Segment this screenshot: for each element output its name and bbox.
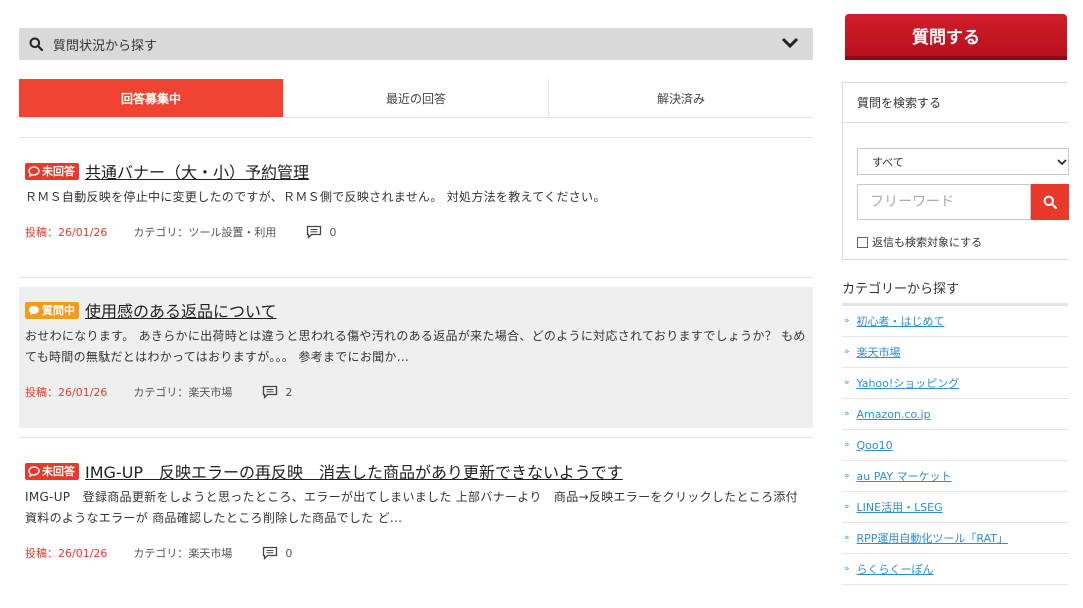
arrow-right-icon: »: [844, 564, 850, 574]
category-item: » Yahoo!ショッピング: [842, 368, 1068, 399]
status-filter-toggle[interactable]: 質問状況から探す: [19, 28, 813, 60]
question-search-panel: 質問を検索する すべて 返信も検索対象にする: [842, 82, 1069, 260]
include-replies-label: 返信も検索対象にする: [872, 236, 983, 249]
category-link[interactable]: Qoo10: [857, 439, 893, 452]
ask-question-button[interactable]: 質問する: [845, 14, 1067, 60]
category-item: » Qoo10: [842, 430, 1068, 461]
category-item: » RPP運用自動化ツール「RAT」: [842, 523, 1068, 554]
category-link[interactable]: au PAY マーケット: [857, 468, 952, 484]
search-submit-button[interactable]: [1031, 184, 1069, 220]
comment-count: 0: [262, 546, 292, 560]
comment-count: 2: [262, 385, 292, 399]
category-link[interactable]: Yahoo!ショッピング: [857, 375, 960, 391]
speech-bubble-icon: [29, 305, 39, 315]
arrow-right-icon: »: [844, 378, 850, 388]
category-link[interactable]: RPP運用自動化ツール「RAT」: [857, 530, 1009, 546]
post-item: 質問中 使用感のある返品について おせわになります。 あきらかに出荷時とは違うと…: [19, 287, 813, 428]
arrow-right-icon: »: [844, 316, 850, 326]
search-icon: [29, 35, 47, 53]
post-title-link[interactable]: IMG-UP 反映エラーの再反映 消去した商品があり更新できないようです: [85, 459, 623, 483]
divider: [19, 277, 813, 278]
tab-recent-answers[interactable]: 最近の回答: [284, 79, 549, 117]
chevron-down-icon[interactable]: [781, 36, 799, 52]
post-date: 投稿：26/01/26: [25, 547, 108, 560]
post-category: カテゴリ：楽天市場: [133, 386, 233, 399]
category-item: » らくらくーぽん: [842, 554, 1068, 585]
post-category: カテゴリ：ツール設置・利用: [133, 226, 277, 239]
category-item: » 初心者・はじめて: [842, 306, 1068, 337]
category-item: » LINE活用・LSEG: [842, 492, 1068, 523]
post-category: カテゴリ：楽天市場: [133, 547, 233, 560]
post-meta: 投稿：26/01/26 カテゴリ：楽天市場 2: [25, 384, 807, 400]
arrow-right-icon: »: [844, 409, 850, 419]
status-filter-label: 質問状況から探す: [53, 38, 158, 54]
categories-heading: カテゴリーから探す: [842, 278, 1068, 306]
question-tabs: 回答募集中 最近の回答 解決済み: [19, 79, 813, 118]
category-link[interactable]: らくらくーぽん: [857, 561, 934, 577]
status-badge: 質問中: [25, 301, 79, 319]
post-date: 投稿：26/01/26: [25, 386, 108, 399]
arrow-right-icon: »: [844, 471, 850, 481]
tab-open[interactable]: 回答募集中: [19, 79, 284, 117]
category-link[interactable]: LINE活用・LSEG: [857, 499, 943, 515]
arrow-right-icon: »: [844, 347, 850, 357]
category-list: » 初心者・はじめて » 楽天市場 » Yahoo!ショッピング » Amazon.co…: [842, 306, 1068, 585]
arrow-right-icon: »: [844, 440, 850, 450]
include-replies-checkbox[interactable]: [857, 236, 868, 248]
post-title-link[interactable]: 使用感のある返品について: [85, 298, 277, 322]
status-badge: 未回答: [25, 162, 79, 180]
post-item: 未回答 共通バナー（大・小）予約管理 ＲＭＳ自動反映を停止中に変更したのですが、…: [19, 159, 813, 259]
post-excerpt: ＲＭＳ自動反映を停止中に変更したのですが、ＲＭＳ側で反映されません。 対処方法を…: [25, 190, 606, 204]
category-link[interactable]: 初心者・はじめて: [857, 313, 945, 329]
speech-bubble-icon: [28, 165, 40, 177]
post-date: 投稿：26/01/26: [25, 226, 108, 239]
keyword-input[interactable]: [857, 184, 1031, 220]
status-badge: 未回答: [25, 462, 79, 480]
chevron-down-icon: [1057, 159, 1067, 166]
arrow-right-icon: »: [844, 533, 850, 543]
post-excerpt: おせわになります。 あきらかに出荷時とは違うと思われる傷や汚れのある返品が来た場…: [25, 329, 806, 364]
category-item: » Amazon.co.jp: [842, 399, 1068, 430]
category-link[interactable]: Amazon.co.jp: [857, 408, 931, 421]
post-meta: 投稿：26/01/26 カテゴリ：楽天市場 0: [25, 545, 807, 561]
tab-resolved[interactable]: 解決済み: [549, 79, 813, 117]
post-meta: 投稿：26/01/26 カテゴリ：ツール設置・利用 0: [25, 224, 807, 240]
category-select[interactable]: すべて: [857, 148, 1069, 175]
category-item: » 楽天市場: [842, 337, 1068, 368]
post-excerpt: IMG-UP 登録商品更新をしようと思ったところ、エラーが出てしまいました 上部…: [25, 490, 798, 525]
comment-count: 0: [306, 225, 336, 239]
search-panel-heading: 質問を検索する: [843, 83, 1068, 123]
post-item: 未回答 IMG-UP 反映エラーの再反映 消去した商品があり更新できないようです…: [19, 459, 813, 569]
include-replies-option: 返信も検索対象にする: [857, 234, 982, 250]
search-icon: [1043, 195, 1057, 209]
comment-icon: [263, 385, 278, 399]
speech-bubble-icon: [28, 465, 40, 477]
divider: [19, 137, 813, 138]
category-link[interactable]: 楽天市場: [857, 344, 901, 360]
comment-icon: [263, 546, 278, 560]
arrow-right-icon: »: [844, 502, 850, 512]
comment-icon: [307, 225, 322, 239]
divider: [19, 437, 813, 438]
category-item: » au PAY マーケット: [842, 461, 1068, 492]
post-title-link[interactable]: 共通バナー（大・小）予約管理: [85, 159, 309, 183]
